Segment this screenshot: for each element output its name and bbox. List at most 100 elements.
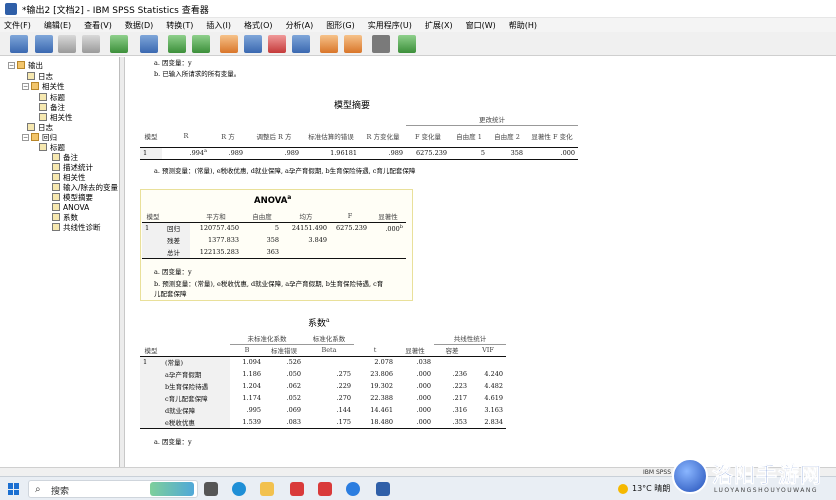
weather-text: 13°C 晴朗: [632, 484, 671, 493]
spss-taskbar-icon[interactable]: [376, 482, 390, 496]
collapse-icon[interactable]: −: [22, 82, 29, 90]
outline-item-model-summary[interactable]: 模型摘要: [52, 192, 93, 202]
outline-item-coefficients[interactable]: 系数: [52, 212, 78, 222]
book-icon: [17, 61, 25, 69]
model-summary-note: a. 预测变量：(常量), e税收优惠, d就业保障, a孕产育假期, b生育保…: [154, 167, 416, 175]
window-title: *输出2 [文档2] - IBM SPSS Statistics 查看器: [22, 6, 209, 16]
outline-pane: − 输出 日志 − 相关性 标题 备注 相关性 日志 − 回归 标题 备注 描述…: [0, 57, 120, 467]
std-coef-header: 标准化系数: [304, 332, 354, 345]
task-view-icon[interactable]: [204, 482, 218, 496]
outline-item-correlations-table[interactable]: 相关性: [39, 112, 73, 122]
table-row: d就业保障 .995 .069 .144 14.461 .000 .316 3.…: [140, 404, 506, 416]
print-preview-icon[interactable]: [82, 35, 100, 53]
outline-item-log[interactable]: 日志: [27, 71, 53, 81]
insert-output-icon[interactable]: [320, 35, 338, 53]
page-icon: [39, 113, 47, 121]
menu-utilities[interactable]: 实用程序(U): [368, 20, 412, 31]
page-icon: [52, 163, 60, 171]
outline-item-output[interactable]: − 输出: [8, 60, 43, 70]
goto-variable-icon[interactable]: [268, 35, 286, 53]
unstd-coef-header: 未标准化系数: [230, 332, 304, 345]
edge-browser-icon[interactable]: [232, 482, 246, 496]
export-icon[interactable]: [110, 35, 128, 53]
redo-icon[interactable]: [192, 35, 210, 53]
menu-window[interactable]: 窗口(W): [466, 20, 496, 31]
page-icon: [52, 223, 60, 231]
watermark-text: 洛阳手游网: [712, 463, 822, 488]
wps-icon[interactable]: [290, 482, 304, 496]
save-icon[interactable]: [35, 35, 53, 53]
pane-splitter[interactable]: [120, 57, 125, 467]
table-row: 1 .994a .989 .989 1.96181 .989 6275.239 …: [140, 146, 578, 160]
variables-icon[interactable]: [292, 35, 310, 53]
outline-item-regression[interactable]: − 回归: [22, 132, 57, 142]
table-row: 总计 122135.283 363: [142, 246, 406, 259]
wps-writer-icon[interactable]: [318, 482, 332, 496]
menu-file[interactable]: 文件(F): [4, 20, 31, 31]
model-summary-title: 模型摘要: [334, 101, 371, 111]
watermark-subtext: LUOYANGSHOUYOUWANG: [714, 487, 819, 494]
recall-dialog-icon[interactable]: [140, 35, 158, 53]
table-row: 1 回归 120757.450 5 24151.490 6275.239 .00…: [142, 221, 406, 234]
outline-item-correlations-3[interactable]: 相关性: [52, 172, 86, 182]
menu-graphs[interactable]: 图形(G): [326, 20, 354, 31]
outline-item-collinearity[interactable]: 共线性诊断: [52, 222, 101, 232]
menu-extensions[interactable]: 扩展(X): [425, 20, 453, 31]
collinearity-header: 共线性统计: [434, 332, 506, 345]
coefficients-title: 系数a: [308, 317, 330, 329]
page-icon: [39, 103, 47, 111]
table-row: 1 (常量) 1.094 .526 2.078 .038: [140, 355, 506, 368]
watermark-logo-icon: [672, 458, 708, 494]
outline-item-title[interactable]: 标题: [39, 92, 65, 102]
outline-item-anova[interactable]: ANOVA: [52, 202, 89, 212]
print-icon[interactable]: [58, 35, 76, 53]
model-summary-table[interactable]: 更改统计 模型 R R 方 调整后 R 方 标准估算的错误 R 方变化量 F 变…: [140, 113, 578, 160]
page-icon: [52, 173, 60, 181]
browser-icon[interactable]: [346, 482, 360, 496]
page-icon: [27, 72, 35, 80]
open-folder-icon[interactable]: [10, 35, 28, 53]
menu-format[interactable]: 格式(O): [244, 20, 273, 31]
file-explorer-icon[interactable]: [260, 482, 274, 496]
menu-edit[interactable]: 编辑(E): [44, 20, 71, 31]
toolbar: [0, 32, 836, 56]
show-all-icon[interactable]: [398, 35, 416, 53]
table-row: a孕产育假期 1.186 .050 .275 23.806 .000 .236 …: [140, 368, 506, 380]
spss-app-icon: [5, 3, 17, 15]
page-icon: [52, 213, 60, 221]
collapse-icon[interactable]: −: [22, 133, 29, 141]
windows-start-icon[interactable]: [8, 483, 20, 495]
menu-help[interactable]: 帮助(H): [509, 20, 537, 31]
page-icon: [39, 143, 47, 151]
insert-text-icon[interactable]: [344, 35, 362, 53]
outline-item-regression-notes[interactable]: 备注: [52, 152, 78, 162]
undo-icon[interactable]: [168, 35, 186, 53]
menu-insert[interactable]: 插入(I): [206, 20, 231, 31]
outline-item-log-2[interactable]: 日志: [27, 122, 53, 132]
anova-note-a: a. 因变量：y: [154, 268, 192, 276]
search-icon: ⌕: [35, 484, 41, 495]
outline-item-correlations[interactable]: − 相关性: [22, 81, 65, 91]
book-icon: [31, 133, 39, 141]
outline-item-notes[interactable]: 备注: [39, 102, 65, 112]
goto-data-icon[interactable]: [220, 35, 238, 53]
outline-item-variables-entered[interactable]: 输入/除去的变量: [52, 182, 118, 192]
menu-data[interactable]: 数据(D): [125, 20, 153, 31]
page-icon: [52, 153, 60, 161]
anova-table[interactable]: 模型 平方和 自由度 均方 F 显著性 1 回归 120757.450 5 24…: [142, 210, 406, 259]
designate-window-icon[interactable]: [372, 35, 390, 53]
outline-item-regression-title[interactable]: 标题: [39, 142, 65, 152]
table-row: 残差 1377.833 358 3.849: [142, 234, 406, 246]
change-stats-header: 更改统计: [406, 113, 578, 126]
menu-transform[interactable]: 转换(T): [166, 20, 193, 31]
coefficients-table[interactable]: 未标准化系数 标准化系数 共线性统计 模型 B 标准错误 Beta t 显著性 …: [140, 332, 506, 429]
menu-analyze[interactable]: 分析(A): [286, 20, 314, 31]
page-icon: [52, 193, 60, 201]
outline-item-descriptives[interactable]: 描述统计: [52, 162, 93, 172]
widget-image-icon[interactable]: [150, 482, 194, 496]
note-all-variables: b. 已输入所请求的所有变量。: [154, 70, 241, 78]
menu-view[interactable]: 查看(V): [84, 20, 112, 31]
goto-case-icon[interactable]: [244, 35, 262, 53]
collapse-icon[interactable]: −: [8, 61, 15, 69]
output-viewer: a. 因变量：y b. 已输入所请求的所有变量。 模型摘要 更改统计 模型 R …: [126, 57, 836, 467]
